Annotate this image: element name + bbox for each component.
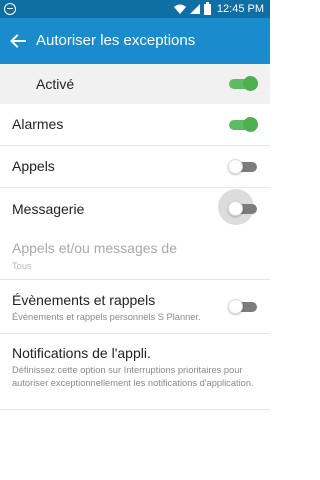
setting-label-appels: Appels xyxy=(12,158,55,174)
status-time: 12:45 PM xyxy=(216,3,264,15)
status-icons: 12:45 PM xyxy=(173,0,264,18)
setting-row-evenements[interactable]: Évènements et rappels Évènements et rapp… xyxy=(0,280,270,334)
do-not-disturb-icon xyxy=(4,3,16,15)
toggle-knob xyxy=(243,117,258,132)
setting-label-messagerie: Messagerie xyxy=(12,201,85,217)
setting-label-appels-messages-de: Appels et/ou messages de xyxy=(12,240,177,256)
master-switch-row[interactable]: Activé xyxy=(0,64,270,104)
messagerie-toggle[interactable] xyxy=(228,201,257,216)
setting-label-evenements: Évènements et rappels xyxy=(12,292,156,308)
page-title: Autoriser les exceptions xyxy=(36,32,196,49)
signal-icon xyxy=(189,4,200,14)
appels-toggle[interactable] xyxy=(228,159,257,174)
status-bar: 12:45 PM xyxy=(0,0,270,18)
back-arrow-icon[interactable] xyxy=(8,31,28,51)
toggle-knob xyxy=(228,201,243,216)
toggle-knob xyxy=(228,299,243,314)
evenements-toggle[interactable] xyxy=(228,299,257,314)
setting-row-appels-messages-de: Appels et/ou messages de Tous xyxy=(0,230,270,280)
toggle-knob xyxy=(228,159,243,174)
setting-description-notifications-appli: Définissez cette option sur Interruption… xyxy=(12,365,254,388)
toggle-knob xyxy=(243,76,258,91)
master-switch-label: Activé xyxy=(36,76,75,92)
wifi-icon xyxy=(173,4,186,14)
setting-row-notifications-appli[interactable]: Notifications de l'appli. Définissez cet… xyxy=(0,334,270,410)
app-bar: Autoriser les exceptions xyxy=(0,18,270,64)
setting-label-notifications-appli: Notifications de l'appli. xyxy=(12,345,151,361)
setting-label-alarmes: Alarmes xyxy=(12,116,64,132)
alarmes-toggle[interactable] xyxy=(229,117,258,132)
battery-icon xyxy=(203,1,211,15)
master-toggle[interactable] xyxy=(229,76,258,91)
setting-row-appels[interactable]: Appels xyxy=(0,146,270,188)
setting-row-messagerie[interactable]: Messagerie xyxy=(0,188,270,230)
setting-row-alarmes[interactable]: Alarmes xyxy=(0,104,270,146)
setting-value-appels-messages-de: Tous xyxy=(12,261,32,271)
setting-description-evenements: Évènements et rappels personnels S Plann… xyxy=(12,312,201,322)
